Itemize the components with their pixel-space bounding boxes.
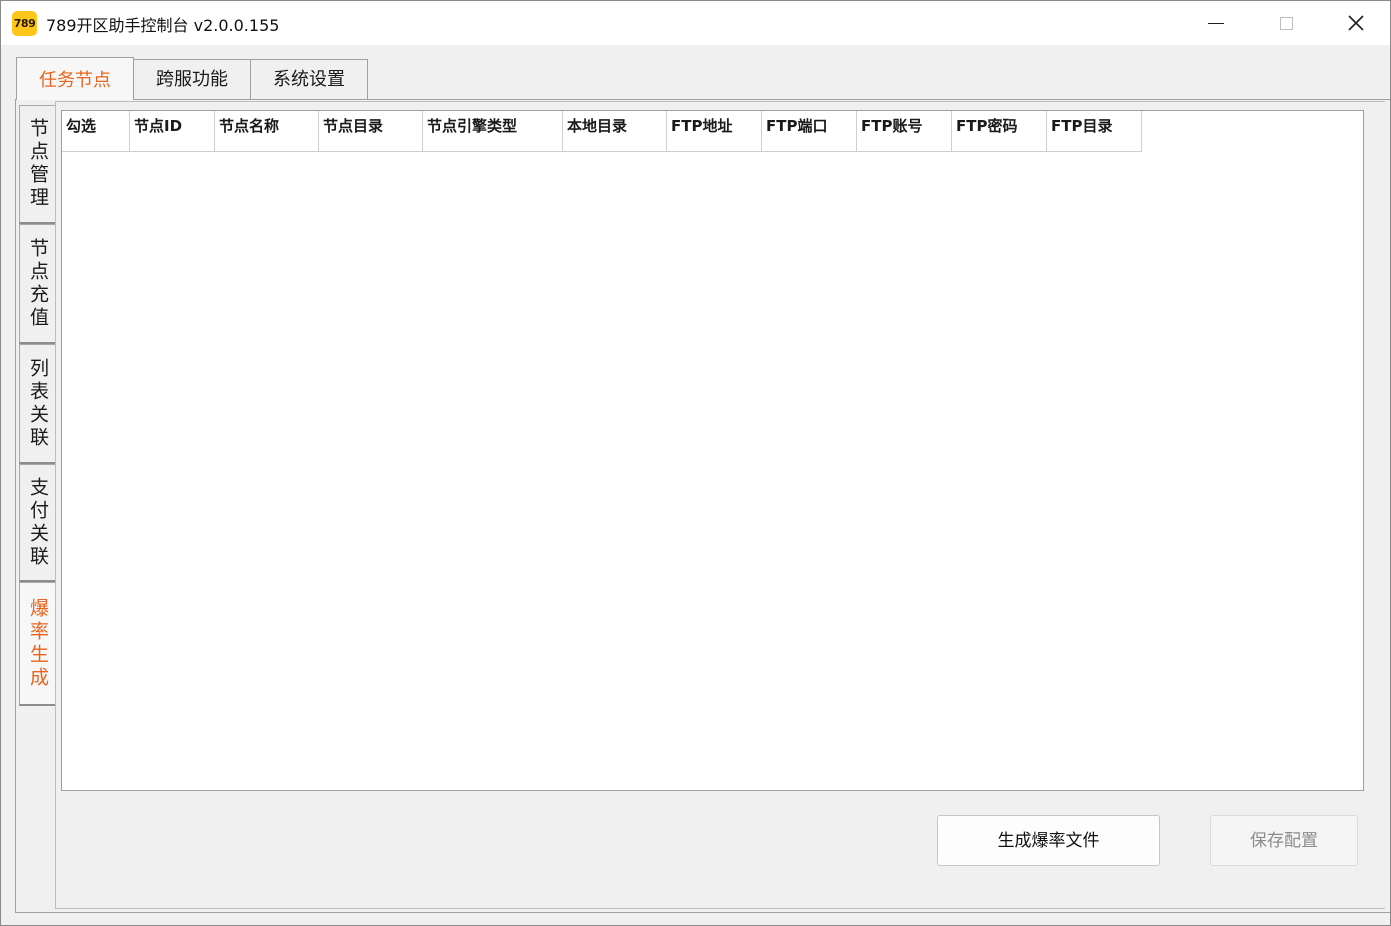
node-data-grid[interactable]: 勾选 节点ID 节点名称 节点目录 节点引擎类型 本地目录 FTP地址 FTP端… bbox=[61, 110, 1364, 791]
generate-drop-rate-file-button[interactable]: 生成爆率文件 bbox=[937, 815, 1160, 866]
tab-system-settings[interactable]: 系统设置 bbox=[250, 59, 368, 99]
column-header-local-directory[interactable]: 本地目录 bbox=[563, 111, 667, 152]
side-tab-node-management[interactable]: 节点管理 bbox=[19, 105, 55, 224]
maximize-icon bbox=[1279, 16, 1293, 30]
side-tab-node-recharge[interactable]: 节点充值 bbox=[19, 224, 55, 344]
title-bar[interactable]: 789 789开区助手控制台 v2.0.0.155 bbox=[1, 1, 1390, 45]
save-config-button[interactable]: 保存配置 bbox=[1210, 815, 1358, 866]
side-tab-label: 节点管理 bbox=[27, 118, 49, 210]
column-header-select[interactable]: 勾选 bbox=[62, 111, 130, 152]
column-header-node-name[interactable]: 节点名称 bbox=[215, 111, 319, 152]
column-header-ftp-directory[interactable]: FTP目录 bbox=[1047, 111, 1142, 152]
side-tab-label: 节点充值 bbox=[27, 237, 49, 330]
tab-cross-server[interactable]: 跨服功能 bbox=[133, 59, 251, 99]
column-header-ftp-password[interactable]: FTP密码 bbox=[952, 111, 1047, 152]
close-icon bbox=[1348, 15, 1364, 31]
side-tab-label: 爆率生成 bbox=[27, 597, 49, 690]
column-header-ftp-account[interactable]: FTP账号 bbox=[857, 111, 952, 152]
grid-header: 勾选 节点ID 节点名称 节点目录 节点引擎类型 本地目录 FTP地址 FTP端… bbox=[62, 111, 1142, 152]
app-window: 789 789开区助手控制台 v2.0.0.155 任务节点 跨服功能 系统设置… bbox=[0, 0, 1391, 926]
minimize-button[interactable] bbox=[1181, 1, 1251, 45]
column-header-ftp-address[interactable]: FTP地址 bbox=[667, 111, 762, 152]
column-header-engine-type[interactable]: 节点引擎类型 bbox=[423, 111, 563, 152]
maximize-button[interactable] bbox=[1251, 1, 1321, 45]
side-tab-list-association[interactable]: 列表关联 bbox=[19, 344, 55, 464]
column-header-node-directory[interactable]: 节点目录 bbox=[319, 111, 423, 152]
column-header-ftp-port[interactable]: FTP端口 bbox=[762, 111, 857, 152]
close-button[interactable] bbox=[1321, 1, 1391, 45]
side-tab-label: 列表关联 bbox=[27, 357, 49, 450]
side-tab-payment-association[interactable]: 支付关联 bbox=[19, 464, 55, 582]
side-tab-label: 支付关联 bbox=[27, 476, 49, 569]
window-title: 789开区助手控制台 v2.0.0.155 bbox=[46, 16, 280, 35]
minimize-icon bbox=[1208, 22, 1224, 24]
tab-task-nodes[interactable]: 任务节点 bbox=[16, 57, 134, 100]
column-header-node-id[interactable]: 节点ID bbox=[130, 111, 215, 152]
app-logo-icon: 789 bbox=[12, 11, 37, 36]
side-tab-drop-rate-generation[interactable]: 爆率生成 bbox=[19, 582, 55, 706]
